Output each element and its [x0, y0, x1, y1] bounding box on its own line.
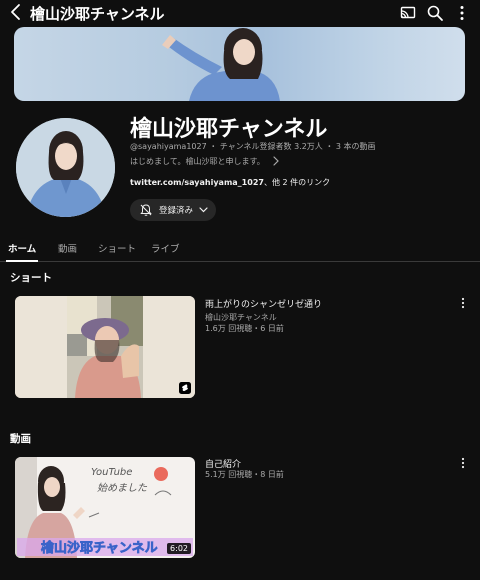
thumbnail-overlay-text: 檜山沙耶チャンネル — [41, 540, 158, 556]
board-text-started: 始めました — [97, 482, 148, 494]
board-text-youtube: YouTube — [91, 467, 132, 478]
video-thumbnail[interactable]: YouTube 始めました 檜山沙耶チャンネル 6:02 — [15, 457, 195, 558]
subscribe-button[interactable]: 登録済み — [130, 199, 216, 221]
search-icon[interactable] — [426, 4, 444, 22]
shorts-title[interactable]: 雨上がりのシャンゼリゼ通り — [205, 297, 322, 310]
video-more-icon[interactable] — [458, 456, 468, 470]
app-bar: 檜山沙耶チャンネル — [0, 0, 480, 26]
more-vert-icon[interactable] — [453, 4, 471, 22]
tab-live[interactable]: ライブ — [151, 241, 180, 255]
tab-active-indicator — [6, 260, 38, 262]
tab-home[interactable]: ホーム — [8, 241, 36, 255]
section-title-shorts: ショート — [10, 272, 52, 284]
channel-link-more[interactable]: 、他 2 件のリンク — [264, 178, 330, 187]
tab-videos[interactable]: 動画 — [58, 241, 77, 255]
shorts-stats: 1.6万 回視聴・6 日前 — [205, 324, 284, 333]
cast-icon[interactable] — [399, 4, 417, 22]
channel-description-text: はじめまして。檜山沙耶と申します。 — [130, 156, 265, 166]
shorts-thumbnail-image — [15, 296, 195, 398]
video-duration: 6:02 — [167, 543, 191, 554]
chevron-down-icon — [199, 207, 208, 213]
section-title-videos: 動画 — [10, 433, 31, 445]
channel-meta: @sayahiyama1027 ・ チャンネル登録者数 3.2万人 ・ 3 本の… — [130, 142, 376, 151]
channel-links[interactable]: twitter.com/sayahiyama_1027、他 2 件のリンク — [130, 177, 330, 188]
channel-banner — [14, 27, 465, 101]
channel-description[interactable]: はじめまして。檜山沙耶と申します。 — [130, 155, 279, 167]
avatar — [16, 118, 115, 217]
shorts-icon — [179, 382, 191, 394]
channel-name: 檜山沙耶チャンネル — [130, 117, 328, 142]
chevron-right-icon — [273, 156, 279, 166]
tab-shorts[interactable]: ショート — [98, 241, 136, 255]
channel-link-primary[interactable]: twitter.com/sayahiyama_1027 — [130, 178, 264, 187]
shorts-thumbnail[interactable] — [15, 296, 195, 398]
page-title: 檜山沙耶チャンネル — [30, 5, 165, 23]
chevron-left-icon[interactable] — [8, 3, 24, 21]
shorts-channel: 檜山沙耶チャンネル — [205, 313, 277, 322]
channel-tabs: ホーム 動画 ショート ライブ — [0, 235, 480, 262]
banner-image — [162, 28, 280, 101]
bell-off-icon — [140, 204, 152, 216]
subscribe-label: 登録済み — [159, 206, 194, 216]
video-stats: 5.1万 回視聴・8 日前 — [205, 470, 284, 479]
shorts-more-icon[interactable] — [458, 296, 468, 310]
